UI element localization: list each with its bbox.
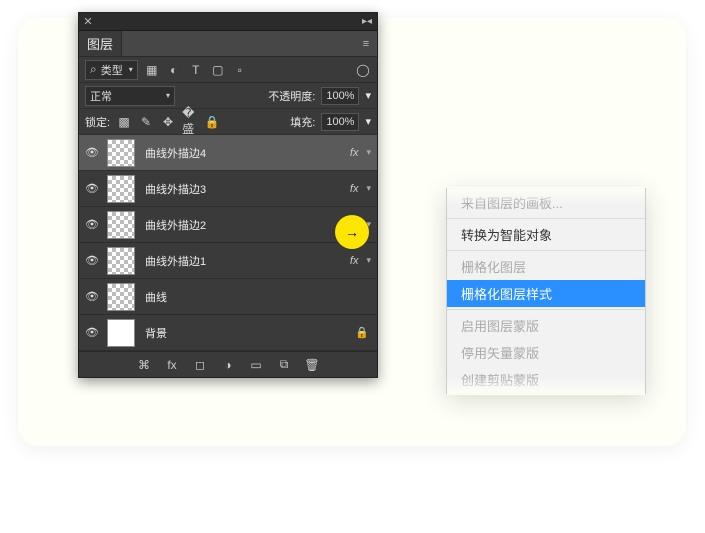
layer-name: 曲线外描边3 [141,181,344,197]
filter-smart-icon[interactable]: ▫ [232,62,248,78]
menu-separator [447,309,645,310]
menu-item: 创建剪贴蒙版 [447,366,645,393]
arrow-indicator [335,215,369,249]
filter-image-icon[interactable]: ▦ [144,62,160,78]
layer-name: 背景 [141,325,349,341]
link-layers-icon[interactable]: ⌘ [136,357,152,373]
fill-value: 100% [326,116,354,128]
mask-icon[interactable]: ◻ [192,357,208,373]
panel-title-row: 图层 ≡ [79,31,377,57]
lock-artboard-icon[interactable]: �盛 [182,114,198,130]
menu-item[interactable]: 栅格化图层样式 [447,280,645,307]
chevron-down-icon[interactable]: ▾ [366,147,373,158]
menu-item: 来自图层的画板... [447,189,645,216]
context-menu: 来自图层的画板... 转换为智能对象栅格化图层栅格化图层样式启用图层蒙版停用矢量蒙… [446,188,646,394]
collapse-icon[interactable]: ▸◂ [357,16,377,27]
blend-mode-value: 正常 [90,88,112,104]
lock-move-icon[interactable]: ✥ [160,114,176,130]
filter-type-label: 类型 [101,62,123,78]
panel-footer: ⌘ fx ◻ ◑ ▭ ⧉ 🗑 [79,351,377,377]
layer-thumbnail[interactable] [107,175,135,203]
filter-toggle-icon[interactable]: ◯ [355,62,371,78]
lock-icon: 🔒 [355,326,373,339]
fx-icon[interactable]: fx [164,357,180,373]
layers-panel: ✕ ▸◂ 图层 ≡ 类型 ▾ ▦ ◐ T ▢ ▫ ◯ 正常 [78,12,378,378]
fill-label: 填充: [290,114,315,130]
fill-input[interactable]: 100% [321,113,359,131]
layer-row[interactable]: 👁 曲线外描边1 fx ▾ [79,243,377,279]
layer-thumbnail[interactable] [107,139,135,167]
trash-icon[interactable]: 🗑 [304,357,320,373]
layer-name: 曲线外描边2 [141,217,344,233]
panel-top-bar: ✕ ▸◂ [79,13,377,31]
layer-name: 曲线外描边1 [141,253,344,269]
panel-title-text: 图层 [87,34,113,53]
menu-item: 停用矢量蒙版 [447,339,645,366]
menu-item: 栅格化图层 [447,253,645,280]
group-icon[interactable]: ▭ [248,357,264,373]
filter-text-icon[interactable]: T [188,62,204,78]
layer-thumbnail[interactable] [107,319,135,347]
layer-row[interactable]: 👁 背景 🔒 [79,315,377,351]
layer-name: 曲线 [141,289,373,305]
visibility-eye-icon[interactable]: 👁 [83,326,101,339]
chevron-down-icon[interactable]: ▾ [366,183,373,194]
new-layer-icon[interactable]: ⧉ [276,357,292,373]
filter-adjust-icon[interactable]: ◐ [166,62,182,78]
layer-thumbnail[interactable] [107,211,135,239]
chevron-down-icon[interactable]: ▾ [366,255,373,266]
visibility-eye-icon[interactable]: 👁 [83,182,101,195]
layer-list: 👁曲线外描边4fx▾👁曲线外描边3fx▾👁曲线外描边2fx▾👁曲线外描边1fx▾… [79,135,377,351]
close-icon[interactable]: ✕ [79,15,97,28]
adjustment-icon[interactable]: ◑ [220,357,236,373]
layer-thumbnail[interactable] [107,247,135,275]
layer-row[interactable]: 👁 曲线 [79,279,377,315]
lock-pixels-icon[interactable]: ▩ [116,114,132,130]
layer-thumbnail[interactable] [107,283,135,311]
panel-menu-icon[interactable]: ≡ [355,38,377,50]
filter-type-select[interactable]: 类型 ▾ [85,60,138,80]
opacity-value: 100% [326,90,354,102]
chevron-down-icon: ▾ [166,91,170,100]
fx-badge[interactable]: fx [350,255,361,267]
layer-row[interactable]: 👁 曲线外描边4 fx ▾ [79,135,377,171]
visibility-eye-icon[interactable]: 👁 [83,146,101,159]
visibility-eye-icon[interactable]: 👁 [83,290,101,303]
chevron-down-icon: ▾ [129,65,133,74]
menu-separator [447,250,645,251]
blend-mode-select[interactable]: 正常 ▾ [85,86,175,106]
filter-shape-icon[interactable]: ▢ [210,62,226,78]
filter-row: 类型 ▾ ▦ ◐ T ▢ ▫ ◯ [79,57,377,83]
panel-tab-layers[interactable]: 图层 [79,31,122,56]
visibility-eye-icon[interactable]: 👁 [83,218,101,231]
lock-all-icon[interactable]: 🔒 [204,114,220,130]
layer-name: 曲线外描边4 [141,145,344,161]
card-background: ✕ ▸◂ 图层 ≡ 类型 ▾ ▦ ◐ T ▢ ▫ ◯ 正常 [18,18,686,446]
opacity-label: 不透明度: [268,88,315,104]
blend-row: 正常 ▾ 不透明度: 100% ▾ [79,83,377,109]
menu-item: 启用图层蒙版 [447,312,645,339]
opacity-input[interactable]: 100% [321,87,359,105]
chevron-down-icon[interactable]: ▾ [365,115,371,128]
chevron-down-icon[interactable]: ▾ [365,89,371,102]
fx-badge[interactable]: fx [350,183,361,195]
menu-item[interactable]: 转换为智能对象 [447,221,645,248]
lock-brush-icon[interactable]: ✎ [138,114,154,130]
fx-badge[interactable]: fx [350,147,361,159]
menu-separator [447,218,645,219]
layer-row[interactable]: 👁曲线外描边2fx▾ [79,207,377,243]
layer-row[interactable]: 👁 曲线外描边3 fx ▾ [79,171,377,207]
lock-label: 锁定: [85,114,110,130]
visibility-eye-icon[interactable]: 👁 [83,254,101,267]
lock-row: 锁定: ▩ ✎ ✥ �盛 🔒 填充: 100% ▾ [79,109,377,135]
